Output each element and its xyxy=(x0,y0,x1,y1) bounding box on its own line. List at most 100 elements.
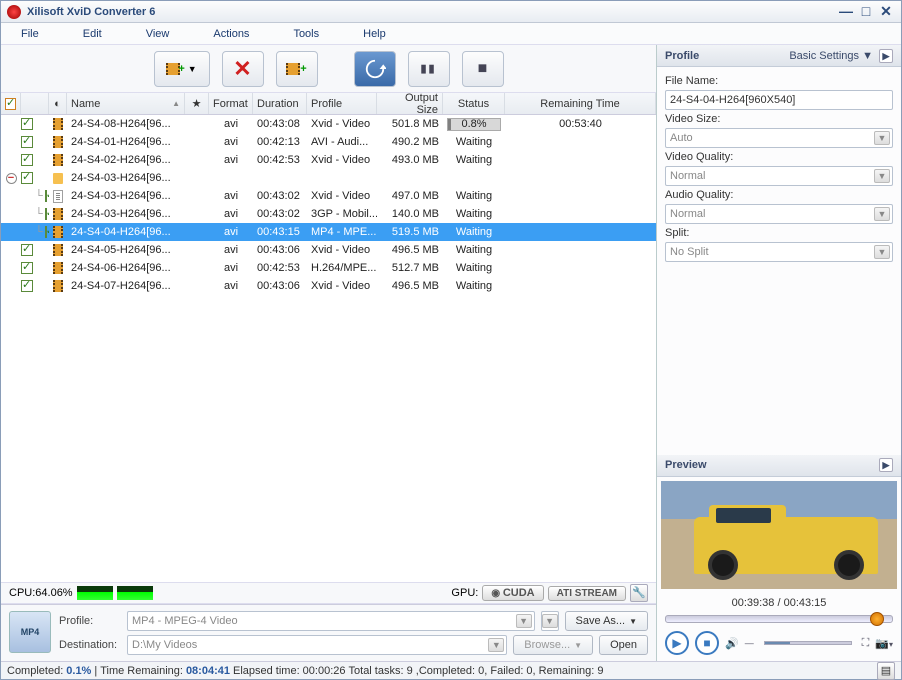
play-button[interactable]: ▶ xyxy=(665,631,689,655)
add-profile-button[interactable]: + xyxy=(276,51,318,87)
col-output[interactable]: Output Size xyxy=(377,93,443,114)
profile-form: File Name: Video Size: Auto▼ Video Quali… xyxy=(657,67,901,270)
menu-help[interactable]: Help xyxy=(363,28,386,40)
table-row[interactable]: 24-S4-02-H264[96...avi00:42:53Xvid - Vid… xyxy=(1,151,656,169)
text-icon xyxy=(53,190,63,203)
row-checkbox[interactable] xyxy=(21,154,33,166)
row-checkbox[interactable] xyxy=(21,172,33,184)
profile-select[interactable]: MP4 - MPEG-4 Video▼ xyxy=(127,611,535,631)
toolbar: +▼ ✕ + ▮▮ ■ xyxy=(1,45,656,93)
maximize-button[interactable]: □ xyxy=(857,5,875,19)
film-icon xyxy=(53,136,63,148)
preview-collapse-button[interactable]: ▶ xyxy=(879,458,893,472)
statusbar: Completed: 0.1% | Time Remaining: 08:04:… xyxy=(1,661,901,679)
cuda-badge: ◉ CUDA xyxy=(482,585,543,601)
col-star[interactable]: ★ xyxy=(185,93,209,114)
table-row[interactable]: └24-S4-04-H264[96...avi00:43:15MP4 - MPE… xyxy=(1,223,656,241)
row-checkbox[interactable] xyxy=(45,208,47,220)
window-title: Xilisoft XviD Converter 6 xyxy=(27,6,835,18)
videosize-select[interactable]: Auto▼ xyxy=(665,128,893,148)
profile-collapse-button[interactable]: ▶ xyxy=(879,49,893,63)
delete-button[interactable]: ✕ xyxy=(222,51,264,87)
row-checkbox[interactable] xyxy=(21,262,33,274)
settings-button[interactable]: 🔧 xyxy=(630,584,648,602)
minimize-button[interactable]: — xyxy=(837,5,855,19)
menu-edit[interactable]: Edit xyxy=(83,28,102,40)
table-row[interactable]: −24-S4-03-H264[96... xyxy=(1,169,656,187)
fullscreen-button[interactable]: ⛶ xyxy=(862,637,870,650)
row-checkbox[interactable] xyxy=(45,226,47,238)
stop-button[interactable]: ■ xyxy=(462,51,504,87)
film-icon xyxy=(53,154,63,166)
col-profile[interactable]: Profile xyxy=(307,93,377,114)
split-label: Split: xyxy=(665,227,893,239)
preview-time: 00:39:38 / 00:43:15 xyxy=(657,593,901,613)
ati-badge: ATI STREAM xyxy=(548,586,626,601)
col-status[interactable]: Status xyxy=(443,93,505,114)
menu-view[interactable]: View xyxy=(146,28,170,40)
menu-actions[interactable]: Actions xyxy=(213,28,249,40)
row-checkbox[interactable] xyxy=(21,244,33,256)
row-checkbox[interactable] xyxy=(21,280,33,292)
profile-type-icon: MP4 xyxy=(9,611,51,653)
audioquality-label: Audio Quality: xyxy=(665,189,893,201)
profile-options-button[interactable]: ▼ xyxy=(541,611,559,631)
destination-label: Destination: xyxy=(59,639,121,651)
row-checkbox[interactable] xyxy=(21,136,33,148)
cpu-bar: CPU:64.06% GPU: ◉ CUDA ATI STREAM 🔧 xyxy=(1,582,656,604)
table-row[interactable]: 24-S4-01-H264[96...avi00:42:13AVI - Audi… xyxy=(1,133,656,151)
table-row[interactable]: 24-S4-05-H264[96...avi00:43:06Xvid - Vid… xyxy=(1,241,656,259)
row-checkbox[interactable] xyxy=(21,118,33,130)
add-file-button[interactable]: +▼ xyxy=(154,51,210,87)
col-format[interactable]: Format xyxy=(209,93,253,114)
convert-button[interactable] xyxy=(354,51,396,87)
table-row[interactable]: └24-S4-03-H264[96...avi00:43:02Xvid - Vi… xyxy=(1,187,656,205)
split-select[interactable]: No Split▼ xyxy=(665,242,893,262)
filename-label: File Name: xyxy=(665,75,893,87)
col-duration[interactable]: Duration xyxy=(253,93,307,114)
sort-indicator-icon[interactable]: ◐ xyxy=(49,93,67,114)
table-row[interactable]: 24-S4-07-H264[96...avi00:43:06Xvid - Vid… xyxy=(1,277,656,295)
videoquality-label: Video Quality: xyxy=(665,151,893,163)
seek-thumb-icon[interactable] xyxy=(870,612,884,626)
profile-label: Profile: xyxy=(59,615,121,627)
table-row[interactable]: 24-S4-08-H264[96...avi00:43:08Xvid - Vid… xyxy=(1,115,656,133)
row-checkbox[interactable] xyxy=(45,190,47,202)
titlebar: Xilisoft XviD Converter 6 — □ ✕ xyxy=(1,1,901,23)
table-row[interactable]: └24-S4-03-H264[96...avi00:43:023GP - Mob… xyxy=(1,205,656,223)
volume-slider[interactable] xyxy=(764,641,852,645)
destination-select[interactable]: D:\My Videos▼ xyxy=(127,635,507,655)
snapshot-button[interactable]: 📷▾ xyxy=(875,637,893,650)
log-button[interactable]: ▤ xyxy=(877,662,895,680)
stop-preview-button[interactable]: ■ xyxy=(695,631,719,655)
preview-video[interactable] xyxy=(661,481,897,590)
preview-panel: 00:39:38 / 00:43:15 ▶ ■ 🔊 — ⛶ 📷▾ xyxy=(657,477,901,662)
table-row[interactable]: 24-S4-06-H264[96...avi00:42:53H.264/MPE.… xyxy=(1,259,656,277)
menu-tools[interactable]: Tools xyxy=(293,28,319,40)
progress-bar: 0.8% xyxy=(447,118,501,131)
volume-icon[interactable]: 🔊 xyxy=(725,637,739,650)
file-list[interactable]: 24-S4-08-H264[96...avi00:43:08Xvid - Vid… xyxy=(1,115,656,582)
open-button[interactable]: Open xyxy=(599,635,648,655)
output-panel: MP4 Profile: MP4 - MPEG-4 Video▼ ▼ Save … xyxy=(1,604,656,661)
close-button[interactable]: ✕ xyxy=(877,5,895,19)
videosize-label: Video Size: xyxy=(665,113,893,125)
audioquality-select[interactable]: Normal▼ xyxy=(665,204,893,224)
videoquality-select[interactable]: Normal▼ xyxy=(665,166,893,186)
select-all-checkbox[interactable] xyxy=(5,98,16,110)
filename-input[interactable] xyxy=(665,90,893,110)
film-icon xyxy=(53,280,63,292)
col-name[interactable]: Name▲ xyxy=(67,93,185,114)
cpu-graph-icon xyxy=(77,586,113,600)
cpu-graph-icon xyxy=(117,586,153,600)
basic-settings-toggle[interactable]: Basic Settings ▼ xyxy=(789,50,873,62)
pause-button[interactable]: ▮▮ xyxy=(408,51,450,87)
film-icon xyxy=(53,262,63,274)
menu-file[interactable]: File xyxy=(21,28,39,40)
save-as-button[interactable]: Save As...▼ xyxy=(565,611,648,631)
browse-button[interactable]: Browse...▼ xyxy=(513,635,593,655)
film-icon xyxy=(53,208,63,220)
col-remaining[interactable]: Remaining Time xyxy=(505,93,656,114)
collapse-icon[interactable]: − xyxy=(6,173,17,184)
preview-seek-slider[interactable] xyxy=(665,615,893,623)
